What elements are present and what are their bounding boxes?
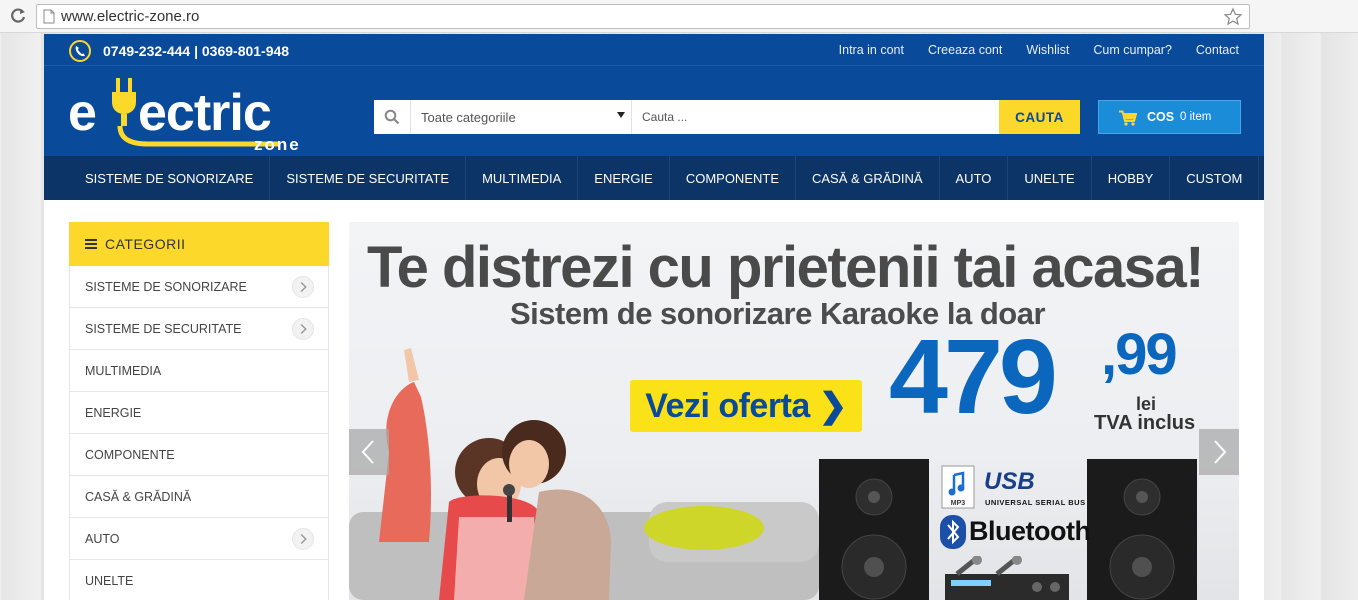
amplifier-image [945, 556, 1069, 600]
categories-sidebar: CATEGORII SISTEME DE SONORIZARE SISTEME … [69, 222, 329, 600]
vat-included-label: TVA inclus [1094, 412, 1196, 434]
site-container: 0749-232-444 | 0369-801-948 Intra in con… [44, 34, 1264, 600]
svg-text:e: e [68, 84, 97, 142]
browser-toolbar: www.electric-zone.ro [0, 0, 1358, 33]
promo-banner-slider[interactable]: Te distrezi cu prietenii tai acasa! Sist… [349, 222, 1239, 600]
login-link[interactable]: Intra in cont [839, 43, 904, 57]
electric-zone-logo[interactable]: e ectric zone [68, 68, 308, 152]
cart-label: COS [1147, 110, 1175, 124]
chevron-right-icon[interactable] [292, 528, 314, 550]
sidebar-item-sisteme-de-securitate[interactable]: SISTEME DE SECURITATE [70, 308, 328, 350]
sidebar-item-componente[interactable]: COMPONENTE [70, 434, 328, 476]
sidebar-item-label: ENERGIE [85, 405, 142, 420]
sidebar-item-auto[interactable]: AUTO [70, 518, 328, 560]
usb-sublabel: UNIVERSAL SERIAL BUS [985, 498, 1086, 507]
sidebar-item-label: COMPONENTE [85, 447, 175, 462]
category-select-label: Toate categoriile [421, 110, 516, 125]
price-integer: 479 [889, 318, 1058, 436]
top-links: Intra in cont Creeaza cont Wishlist Cum … [815, 43, 1239, 57]
address-bar[interactable]: www.electric-zone.ro [36, 4, 1250, 29]
sidebar-item-label: UNELTE [85, 573, 134, 588]
cart-button[interactable]: COS 0 item [1098, 100, 1241, 134]
cart-count: 0 item [1180, 111, 1212, 123]
see-offer-button[interactable]: Vezi oferta ❯ [630, 380, 862, 432]
categories-header[interactable]: CATEGORII [69, 222, 329, 266]
nav-item-auto[interactable]: AUTO [940, 156, 1009, 200]
sidebar-item-energie[interactable]: ENERGIE [70, 392, 328, 434]
nav-item-energie[interactable]: ENERGIE [578, 156, 670, 200]
categories-title: CATEGORII [105, 236, 186, 252]
search-button[interactable]: CAUTA [999, 100, 1080, 134]
top-bar: 0749-232-444 | 0369-801-948 Intra in con… [44, 34, 1264, 66]
page-icon [43, 9, 55, 24]
header: e ectric zone Toate categoriile CAUTA [44, 66, 1264, 156]
bookmark-star-icon[interactable] [1223, 7, 1243, 27]
main-navigation: SISTEME DE SONORIZARE SISTEME DE SECURIT… [44, 156, 1264, 200]
nav-item-componente[interactable]: COMPONENTE [670, 156, 796, 200]
nav-item-sisteme-de-sonorizare[interactable]: SISTEME DE SONORIZARE [73, 156, 271, 200]
speaker-left-image [819, 459, 929, 600]
sidebar-item-label: SISTEME DE SECURITATE [85, 321, 242, 336]
chevron-right-icon[interactable] [292, 318, 314, 340]
sidebar-item-label: AUTO [85, 531, 120, 546]
chevron-right-icon[interactable] [292, 276, 314, 298]
slider-next-arrow-icon[interactable] [1199, 429, 1239, 475]
reload-icon[interactable] [9, 7, 27, 25]
sidebar-item-label: SISTEME DE SONORIZARE [85, 279, 247, 294]
usb-label: USB [984, 468, 1035, 495]
price-decimals: ,99 [1101, 322, 1178, 387]
sidebar-item-unelte[interactable]: UNELTE [70, 560, 328, 600]
contact-link[interactable]: Contact [1196, 43, 1239, 57]
search-input[interactable] [636, 100, 998, 134]
banner-headline: Te distrezi cu prietenii tai acasa! [367, 235, 1205, 300]
sidebar-item-multimedia[interactable]: MULTIMEDIA [70, 350, 328, 392]
search-icon [384, 109, 400, 125]
how-to-buy-link[interactable]: Cum cumpar? [1093, 43, 1172, 57]
search-bar: Toate categoriile CAUTA [374, 100, 1080, 134]
categories-list: SISTEME DE SONORIZARE SISTEME DE SECURIT… [69, 266, 329, 600]
speaker-right-image [1087, 459, 1197, 600]
nav-item-custom[interactable]: CUSTOM [1170, 156, 1260, 200]
sidebar-item-label: CASĂ & GRĂDINĂ [85, 489, 192, 504]
wishlist-link[interactable]: Wishlist [1026, 43, 1069, 57]
nav-item-unelte[interactable]: UNELTE [1008, 156, 1092, 200]
phone-icon [69, 40, 91, 62]
nav-item-sisteme-de-securitate[interactable]: SISTEME DE SECURITATE [270, 156, 467, 200]
bluetooth-icon [940, 515, 966, 549]
slider-prev-arrow-icon[interactable] [349, 429, 389, 475]
cart-icon [1119, 110, 1137, 126]
mp3-label: MP3 [951, 500, 966, 507]
svg-text:ectric: ectric [138, 84, 271, 142]
nav-item-multimedia[interactable]: MULTIMEDIA [466, 156, 579, 200]
category-select[interactable]: Toate categoriile [410, 100, 632, 134]
svg-text:zone: zone [254, 135, 301, 152]
register-link[interactable]: Creeaza cont [928, 43, 1002, 57]
sidebar-item-label: MULTIMEDIA [85, 363, 162, 378]
mp3-icon: MP3 [941, 465, 975, 509]
phone-numbers[interactable]: 0749-232-444 | 0369-801-948 [103, 43, 289, 59]
nav-item-hobby[interactable]: HOBBY [1092, 156, 1171, 200]
sidebar-item-sisteme-de-sonorizare[interactable]: SISTEME DE SONORIZARE [70, 266, 328, 308]
url-text[interactable]: www.electric-zone.ro [61, 8, 199, 25]
hamburger-icon [85, 239, 97, 249]
sidebar-item-casa-gradina[interactable]: CASĂ & GRĂDINĂ [70, 476, 328, 518]
nav-item-casa-gradina[interactable]: CASĂ & GRĂDINĂ [796, 156, 940, 200]
bluetooth-label: Bluetooth [969, 516, 1091, 546]
dropdown-arrow-icon [617, 112, 625, 118]
